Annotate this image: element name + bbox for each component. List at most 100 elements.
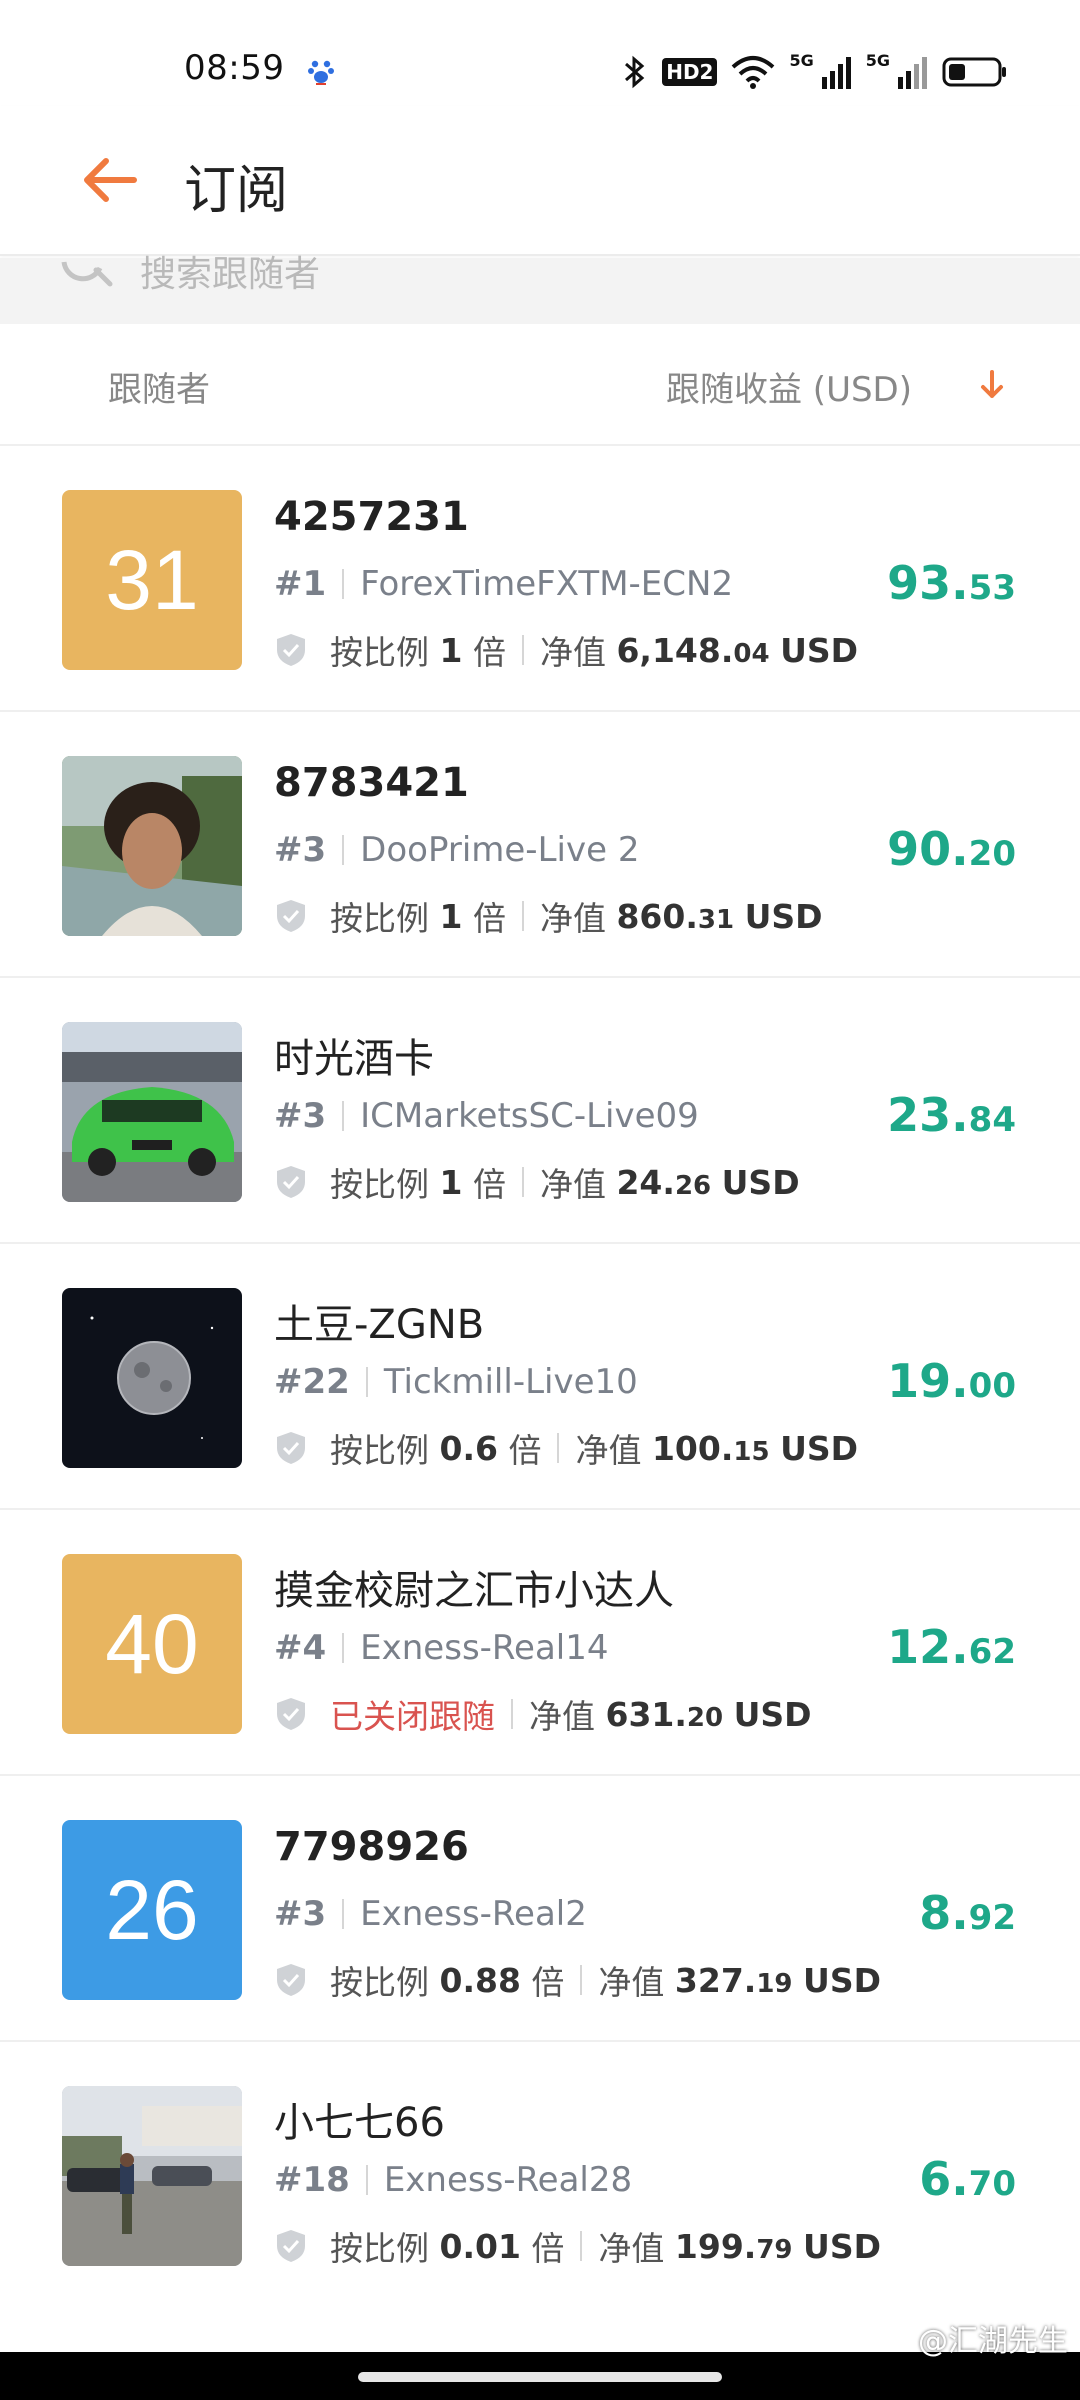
follower-name: 7798926: [274, 1824, 469, 1870]
follower-row[interactable]: 时光酒卡 #3 ICMarketsSC-Live09 按比例 1 倍净值 24.26 …: [0, 976, 1080, 1242]
follow-settings: 按比例 1 倍净值 24.26 USD: [274, 1158, 800, 1206]
divider: [511, 1699, 513, 1729]
back-button[interactable]: [74, 144, 146, 216]
profit-dec: 62: [968, 1632, 1016, 1672]
equity-value: 631.20: [606, 1695, 724, 1734]
ratio-prefix: 按比例: [330, 899, 429, 938]
follower-row[interactable]: 40 摸金校尉之汇市小达人 #4 Exness-Real14 已关闭跟随 净值 631.2…: [0, 1508, 1080, 1774]
equity-value: 860.31: [616, 897, 734, 936]
follower-row[interactable]: 土豆-ZGNB #22 Tickmill-Live10 按比例 0.6 倍净值 100…: [0, 1242, 1080, 1508]
arrow-down-icon[interactable]: [972, 364, 1012, 404]
server-label: Exness-Real14: [360, 1628, 609, 1668]
profit-int: 6.: [919, 2152, 969, 2206]
equity-prefix: 净值: [598, 1963, 665, 2002]
ratio-value: 0.6: [439, 1428, 498, 1468]
app-header: 订阅: [0, 106, 1080, 256]
rank-label: #1: [274, 564, 327, 604]
profit-dec: 53: [968, 568, 1016, 608]
battery-icon: [942, 57, 1006, 87]
divider: [521, 635, 524, 665]
follower-list: 31 4257231 #1 ForexTimeFXTM-ECN2 按比例 1 倍净值 6…: [0, 444, 1080, 2306]
ratio-suffix: 倍: [472, 1165, 506, 1204]
hd-voice-badge: HD2: [662, 58, 718, 86]
server-label: ICMarketsSC-Live09: [360, 1096, 699, 1136]
rank-label: #22: [274, 1362, 350, 1402]
status-icons: HD2 5G 5G: [622, 50, 1008, 92]
equity-value: 199.79: [675, 2227, 793, 2266]
search-input[interactable]: [140, 244, 1000, 304]
ratio-suffix: 倍: [472, 633, 506, 672]
rank-label: #18: [274, 2160, 350, 2200]
watermark: @汇湖先生: [918, 2324, 1068, 2359]
search-icon: [61, 261, 113, 287]
follower-row[interactable]: 8783421 #3 DooPrime-Live 2 按比例 1 倍净值 860.31…: [0, 710, 1080, 976]
ratio-prefix: 按比例: [330, 1963, 429, 2002]
equity-prefix: 净值: [529, 1697, 595, 1736]
follower-row[interactable]: 26 7798926 #3 Exness-Real2 按比例 0.88 倍净值 327.…: [0, 1774, 1080, 2040]
home-indicator[interactable]: [358, 2372, 722, 2382]
equity-dec: 31: [697, 904, 735, 935]
ratio-suffix: 倍: [508, 1431, 542, 1470]
equity-prefix: 净值: [598, 2229, 665, 2268]
server-label: DooPrime-Live 2: [360, 830, 640, 870]
follow-profit: 12.62: [887, 1620, 1016, 1674]
network-label-1: 5G: [789, 50, 814, 70]
equity-int: 24.: [616, 1162, 675, 1202]
follower-name: 土豆-ZGNB: [274, 1302, 485, 1348]
arrow-left-icon: [84, 158, 137, 202]
currency-label: USD: [721, 1162, 800, 1202]
equity-int: 860.: [616, 896, 698, 936]
column-profit-label[interactable]: 跟随收益 (USD): [666, 362, 912, 411]
search-bar[interactable]: [0, 244, 1080, 324]
server-label: Exness-Real28: [383, 2160, 633, 2200]
avatar: 31: [62, 490, 242, 670]
rank-label: #3: [274, 1894, 327, 1934]
follower-meta: #22 Tickmill-Live10: [274, 1362, 638, 1402]
follower-meta: #3 DooPrime-Live 2: [274, 830, 639, 870]
avatar: 40: [62, 1554, 242, 1734]
avatar-number: 31: [105, 532, 199, 627]
follower-row[interactable]: 小七七66 #18 Exness-Real28 按比例 0.01 倍净值 199.79…: [0, 2040, 1080, 2306]
ratio-value: 1: [439, 1162, 463, 1202]
ratio-value: 0.01: [439, 2226, 521, 2266]
server-label: Tickmill-Live10: [383, 1362, 638, 1402]
signal-icon-2: [898, 57, 927, 89]
profit-dec: 92: [968, 1898, 1016, 1938]
green-car-photo: [62, 1022, 242, 1202]
paw-app-icon: [308, 60, 334, 85]
status-time: 08:59: [184, 48, 285, 88]
divider: [342, 835, 345, 865]
equity-dec: 26: [674, 1170, 712, 1201]
bluetooth-icon: [625, 55, 645, 89]
rank-label: #3: [274, 1096, 327, 1136]
follower-meta: #4 Exness-Real14: [274, 1628, 608, 1668]
avatar-number: 26: [105, 1862, 199, 1957]
equity-value: 6,148.04: [616, 631, 769, 670]
profit-dec: 20: [968, 834, 1016, 874]
ratio-prefix: 按比例: [330, 1165, 429, 1204]
divider: [342, 1101, 345, 1131]
network-label-2: 5G: [865, 50, 890, 70]
divider: [521, 1167, 524, 1197]
follower-meta: #3 ICMarketsSC-Live09: [274, 1096, 699, 1136]
profit-int: 90.: [887, 822, 969, 876]
follow-settings: 按比例 0.01 倍净值 199.79 USD: [274, 2222, 881, 2270]
follower-name: 4257231: [274, 494, 469, 540]
equity-int: 631.: [605, 1694, 687, 1734]
column-header: 跟随者 跟随收益 (USD): [0, 324, 1080, 444]
shield-icon: [277, 1698, 305, 1730]
server-label: Exness-Real2: [360, 1894, 587, 1934]
currency-label: USD: [780, 1428, 859, 1468]
divider: [365, 2165, 368, 2195]
follower-row[interactable]: 31 4257231 #1 ForexTimeFXTM-ECN2 按比例 1 倍净值 6…: [0, 444, 1080, 710]
moon-photo: [62, 1288, 242, 1468]
ratio-value: 0.88: [439, 1960, 521, 2000]
follow-settings: 按比例 0.88 倍净值 327.19 USD: [274, 1956, 881, 2004]
divider: [580, 1965, 583, 1995]
profit-dec: 00: [968, 1366, 1016, 1406]
ratio-value: 1: [439, 896, 463, 936]
divider: [342, 569, 345, 599]
currency-label: USD: [744, 896, 823, 936]
signal-icon-1: [821, 57, 851, 89]
follower-name: 8783421: [274, 760, 469, 806]
